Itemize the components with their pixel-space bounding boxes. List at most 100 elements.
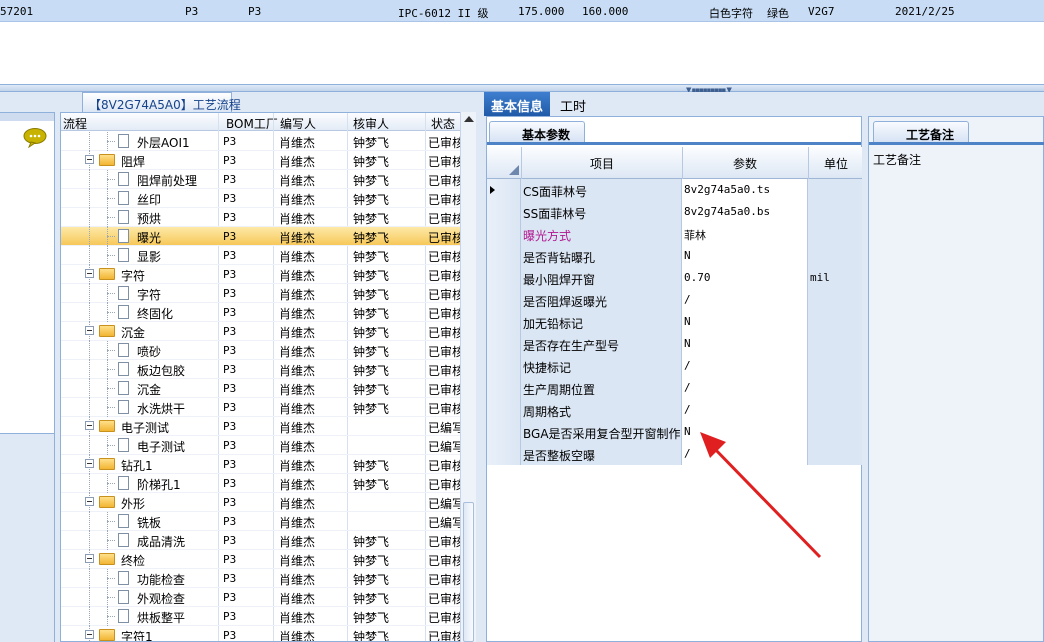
tree-row[interactable]: 铣板 P3 肖维杰 已编写	[61, 512, 464, 531]
tree-vertical-scrollbar[interactable]	[460, 112, 476, 642]
param-item-label: CS面菲林号	[521, 179, 682, 201]
tree-row[interactable]: 字符1 P3 肖维杰 钟梦飞 已审核	[61, 626, 464, 641]
tree-row[interactable]: 外形 P3 肖维杰 已编写	[61, 493, 464, 512]
tab-work-hours[interactable]: 工时	[560, 96, 586, 115]
tree-row[interactable]: 字符 P3 肖维杰 钟梦飞 已审核	[61, 284, 464, 303]
col-header-unit[interactable]: 单位	[824, 155, 848, 172]
row-header[interactable]	[487, 443, 521, 465]
process-tree-grid[interactable]: 流程 BOM工厂 编写人 核审人 状态 外层AOI1 P3 肖维杰 钟梦飞 已审核 阻焊 P…	[60, 112, 476, 642]
param-item-label: 周期格式	[521, 399, 682, 421]
param-row[interactable]: SS面菲林号 8v2g74a5a0.bs	[487, 201, 863, 223]
row-header[interactable]	[487, 355, 521, 377]
scroll-thumb[interactable]	[463, 502, 474, 642]
row-header[interactable]	[487, 377, 521, 399]
row-header[interactable]	[487, 201, 521, 223]
tab-process-flow[interactable]: 【8V2G74A5A0】工艺流程	[82, 92, 241, 112]
param-row[interactable]: CS面菲林号 8v2g74a5a0.ts	[487, 179, 863, 201]
tree-row-writer: 肖维杰	[279, 136, 316, 150]
tree-row[interactable]: 沉金 P3 肖维杰 钟梦飞 已审核	[61, 379, 464, 398]
horizontal-splitter[interactable]: ▼ ▪▪▪▪▪▪▪▪▪ ▼	[0, 84, 1044, 94]
tree-row[interactable]: 功能检查 P3 肖维杰 钟梦飞 已审核	[61, 569, 464, 588]
tree-row[interactable]: 终固化 P3 肖维杰 钟梦飞 已审核	[61, 303, 464, 322]
select-all-corner-icon[interactable]	[509, 165, 519, 175]
collapse-toggle-icon[interactable]	[85, 630, 94, 639]
col-header-param[interactable]: 参数	[733, 155, 757, 172]
row-header[interactable]	[487, 179, 521, 201]
param-item-label: 是否整板空曝	[521, 443, 682, 465]
collapse-toggle-icon[interactable]	[85, 459, 94, 468]
row-header[interactable]	[487, 333, 521, 355]
tree-row[interactable]: 水洗烘干 P3 肖维杰 钟梦飞 已审核	[61, 398, 465, 417]
chat-bubble-icon[interactable]	[23, 128, 47, 148]
collapse-toggle-icon[interactable]	[85, 497, 94, 506]
tree-row-writer: 肖维杰	[279, 193, 316, 207]
tree-row[interactable]: 阶梯孔1 P3 肖维杰 钟梦飞 已审核	[61, 474, 464, 493]
param-value-cell[interactable]: /	[682, 355, 808, 377]
param-row[interactable]: 快捷标记 /	[487, 355, 863, 377]
tree-row[interactable]: 丝印 P3 肖维杰 钟梦飞 已审核	[61, 189, 464, 208]
row-header[interactable]	[487, 399, 521, 421]
tree-row[interactable]: 曝光 P3 肖维杰 钟梦飞 已审核	[61, 227, 464, 246]
collapse-toggle-icon[interactable]	[85, 326, 94, 335]
tree-row[interactable]: 字符 P3 肖维杰 钟梦飞 已审核	[61, 265, 464, 284]
collapse-toggle-icon[interactable]	[85, 421, 94, 430]
row-header[interactable]	[487, 311, 521, 333]
collapse-toggle-icon[interactable]	[85, 269, 94, 278]
tab-basic-params[interactable]: 基本参数	[489, 121, 585, 143]
param-item-label: 是否背钻曝孔	[521, 245, 682, 267]
param-row[interactable]: 是否背钻曝孔 N	[487, 245, 863, 267]
param-row[interactable]: 是否阻焊返曝光 /	[487, 289, 863, 311]
param-value-cell[interactable]: 8v2g74a5a0.ts	[682, 179, 808, 201]
tree-row[interactable]: 沉金 P3 肖维杰 钟梦飞 已审核	[61, 322, 464, 341]
col-header-bom[interactable]: BOM工厂	[226, 115, 278, 132]
tree-row-status: 已审核	[428, 402, 465, 416]
tree-guide-line	[107, 483, 115, 484]
tree-row[interactable]: 电子测试 P3 肖维杰 已编写	[61, 436, 464, 455]
tree-row[interactable]: 钻孔1 P3 肖维杰 钟梦飞 已审核	[61, 455, 464, 474]
tree-row[interactable]: 预烘 P3 肖维杰 钟梦飞 已审核	[61, 208, 464, 227]
tree-row[interactable]: 显影 P3 肖维杰 钟梦飞 已审核	[61, 246, 464, 265]
tree-row[interactable]: 板边包胶 P3 肖维杰 钟梦飞 已审核	[61, 360, 464, 379]
col-header-writer[interactable]: 编写人	[280, 115, 316, 132]
param-row[interactable]: 生产周期位置 /	[487, 377, 863, 399]
tree-row[interactable]: 外层AOI1 P3 肖维杰 钟梦飞 已审核	[61, 132, 464, 151]
tab-basic-info[interactable]: 基本信息	[484, 92, 550, 116]
scroll-up-icon[interactable]	[464, 116, 474, 122]
param-value-cell[interactable]: /	[682, 377, 808, 399]
cell-mask-color: 绿色	[767, 7, 789, 20]
col-header-status[interactable]: 状态	[431, 115, 455, 132]
tree-row[interactable]: 成品清洗 P3 肖维杰 钟梦飞 已审核	[61, 531, 464, 550]
tree-row[interactable]: 喷砂 P3 肖维杰 钟梦飞 已审核	[61, 341, 464, 360]
row-header[interactable]	[487, 267, 521, 289]
tree-row[interactable]: 电子测试 P3 肖维杰 已编写	[61, 417, 464, 436]
collapse-toggle-icon[interactable]	[85, 155, 94, 164]
tree-row[interactable]: 外观检查 P3 肖维杰 钟梦飞 已审核	[61, 588, 464, 607]
row-header[interactable]	[487, 245, 521, 267]
tree-row[interactable]: 终检 P3 肖维杰 钟梦飞 已审核	[61, 550, 464, 569]
param-row[interactable]: 加无铅标记 N	[487, 311, 863, 333]
tree-row[interactable]: 阻焊 P3 肖维杰 钟梦飞 已审核	[61, 151, 464, 170]
tab-process-notes[interactable]: 工艺备注	[873, 121, 969, 143]
col-header-item[interactable]: 项目	[590, 155, 614, 172]
tree-row[interactable]: 阻焊前处理 P3 肖维杰 钟梦飞 已审核	[61, 170, 464, 189]
param-value-cell[interactable]: N	[682, 245, 808, 267]
param-value-cell[interactable]: /	[682, 399, 808, 421]
row-header[interactable]	[487, 223, 521, 245]
param-value-cell[interactable]: N	[682, 333, 808, 355]
row-header[interactable]	[487, 421, 521, 443]
collapse-toggle-icon[interactable]	[85, 554, 94, 563]
param-row[interactable]: 周期格式 /	[487, 399, 863, 421]
param-row[interactable]: 曝光方式 菲林	[487, 223, 863, 245]
row-header[interactable]	[487, 289, 521, 311]
param-value-cell[interactable]: 0.70	[682, 267, 808, 289]
param-row[interactable]: 最小阻焊开窗 0.70 mil	[487, 267, 863, 289]
param-row[interactable]: 是否存在生产型号 N	[487, 333, 863, 355]
param-value-cell[interactable]: 8v2g74a5a0.bs	[682, 201, 808, 223]
param-value-cell[interactable]: 菲林	[682, 223, 808, 245]
param-value-cell[interactable]: N	[682, 311, 808, 333]
col-header-reviewer[interactable]: 核审人	[353, 115, 389, 132]
selected-order-row[interactable]: 57201 P3 P3 IPC-6012 II 级 175.000 160.00…	[0, 0, 1044, 22]
tree-row[interactable]: 烘板整平 P3 肖维杰 钟梦飞 已审核	[61, 607, 464, 626]
col-header-flow[interactable]: 流程	[63, 115, 87, 132]
param-value-cell[interactable]: /	[682, 289, 808, 311]
